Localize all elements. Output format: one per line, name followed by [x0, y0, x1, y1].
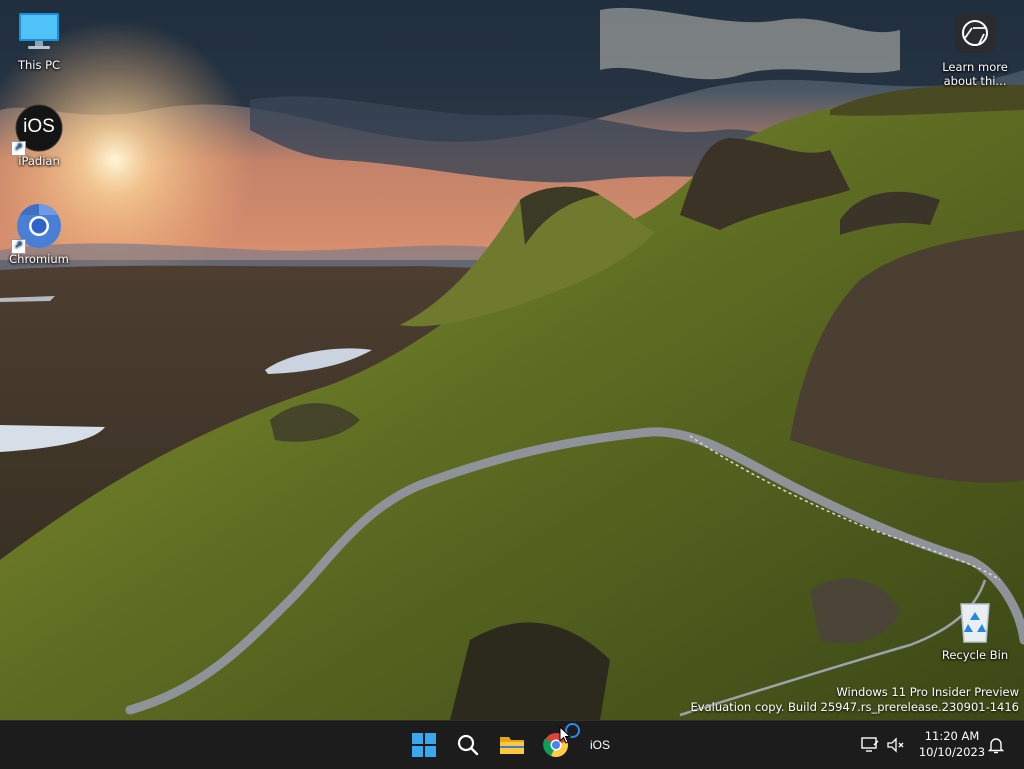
system-clock[interactable]: 11:20 AM 10/10/2023 — [912, 728, 992, 760]
taskbar: iOS 11:20 AM 10/10/2023 — [0, 720, 1024, 769]
mouse-cursor-icon — [559, 726, 571, 744]
file-explorer-button[interactable] — [492, 725, 532, 765]
camera-aperture-icon — [951, 10, 999, 58]
watermark-build: Evaluation copy. Build 25947.rs_prerelea… — [690, 700, 1019, 714]
shortcut-arrow-icon: ↗ — [11, 141, 26, 156]
desktop-icon-this-pc[interactable]: This PC — [2, 8, 76, 72]
notification-bell-icon[interactable] — [986, 735, 1006, 755]
desktop-wallpaper — [0, 0, 1024, 720]
desktop-icon-ipadian[interactable]: iOS ↗ iPadian — [2, 104, 76, 168]
ipadian-icon: iOS ↗ — [11, 104, 63, 156]
desktop-icon-label: This PC — [17, 58, 61, 72]
ipadian-logo-text: iOS — [23, 116, 55, 137]
desktop-icon-learn-more[interactable]: Learn more about thi... — [938, 10, 1012, 88]
chromium-icon: ↗ — [11, 202, 63, 254]
desktop-icon-chromium[interactable]: ↗ Chromium — [2, 202, 76, 266]
file-explorer-icon — [500, 737, 524, 754]
volume-muted-icon[interactable] — [886, 735, 906, 755]
desktop-icon-recycle-bin[interactable]: Recycle Bin — [938, 598, 1012, 662]
watermark-edition: Windows 11 Pro Insider Preview — [836, 685, 1019, 699]
windows-start-icon — [412, 733, 436, 757]
clock-date: 10/10/2023 — [918, 745, 986, 759]
monitor-icon — [15, 8, 63, 56]
ipadian-taskbar-button[interactable]: iOS — [580, 725, 620, 765]
shortcut-arrow-icon: ↗ — [11, 239, 26, 254]
evaluation-watermark: Windows 11 Pro Insider Preview Evaluatio… — [691, 685, 1019, 715]
desktop-icon-label: Learn more about thi... — [942, 60, 1008, 88]
ipadian-icon: iOS — [589, 738, 610, 752]
search-icon — [457, 734, 479, 756]
desktop-icon-label: iPadian — [18, 154, 60, 168]
desktop-icon-label: Recycle Bin — [941, 648, 1009, 662]
start-button[interactable] — [404, 725, 444, 765]
search-button[interactable] — [448, 725, 488, 765]
network-icon[interactable] — [860, 735, 880, 755]
desktop-icon-label: Chromium — [9, 252, 69, 266]
recycle-bin-icon — [951, 598, 999, 646]
clock-time: 11:20 AM — [924, 729, 980, 743]
